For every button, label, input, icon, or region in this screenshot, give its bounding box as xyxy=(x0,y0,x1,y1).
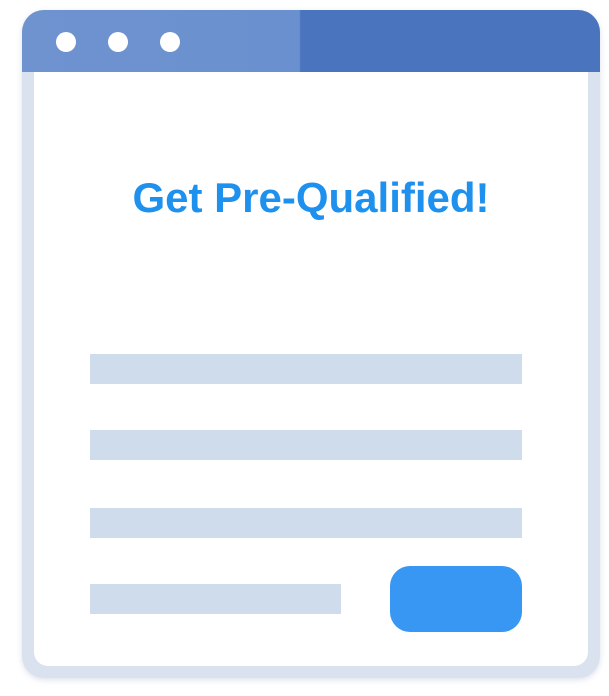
submit-button[interactable] xyxy=(390,566,522,632)
window-dot-icon[interactable] xyxy=(56,32,76,52)
form-field-placeholder xyxy=(90,430,522,460)
window-dot-icon[interactable] xyxy=(160,32,180,52)
window-dot-icon[interactable] xyxy=(108,32,128,52)
window-titlebar xyxy=(22,10,600,72)
form-panel: Get Pre-Qualified! xyxy=(34,72,588,666)
form-field-placeholder xyxy=(90,354,522,384)
browser-window: Get Pre-Qualified! xyxy=(22,10,600,678)
form-field-placeholder xyxy=(90,584,341,614)
form-field-placeholder xyxy=(90,508,522,538)
page-title: Get Pre-Qualified! xyxy=(132,174,490,221)
